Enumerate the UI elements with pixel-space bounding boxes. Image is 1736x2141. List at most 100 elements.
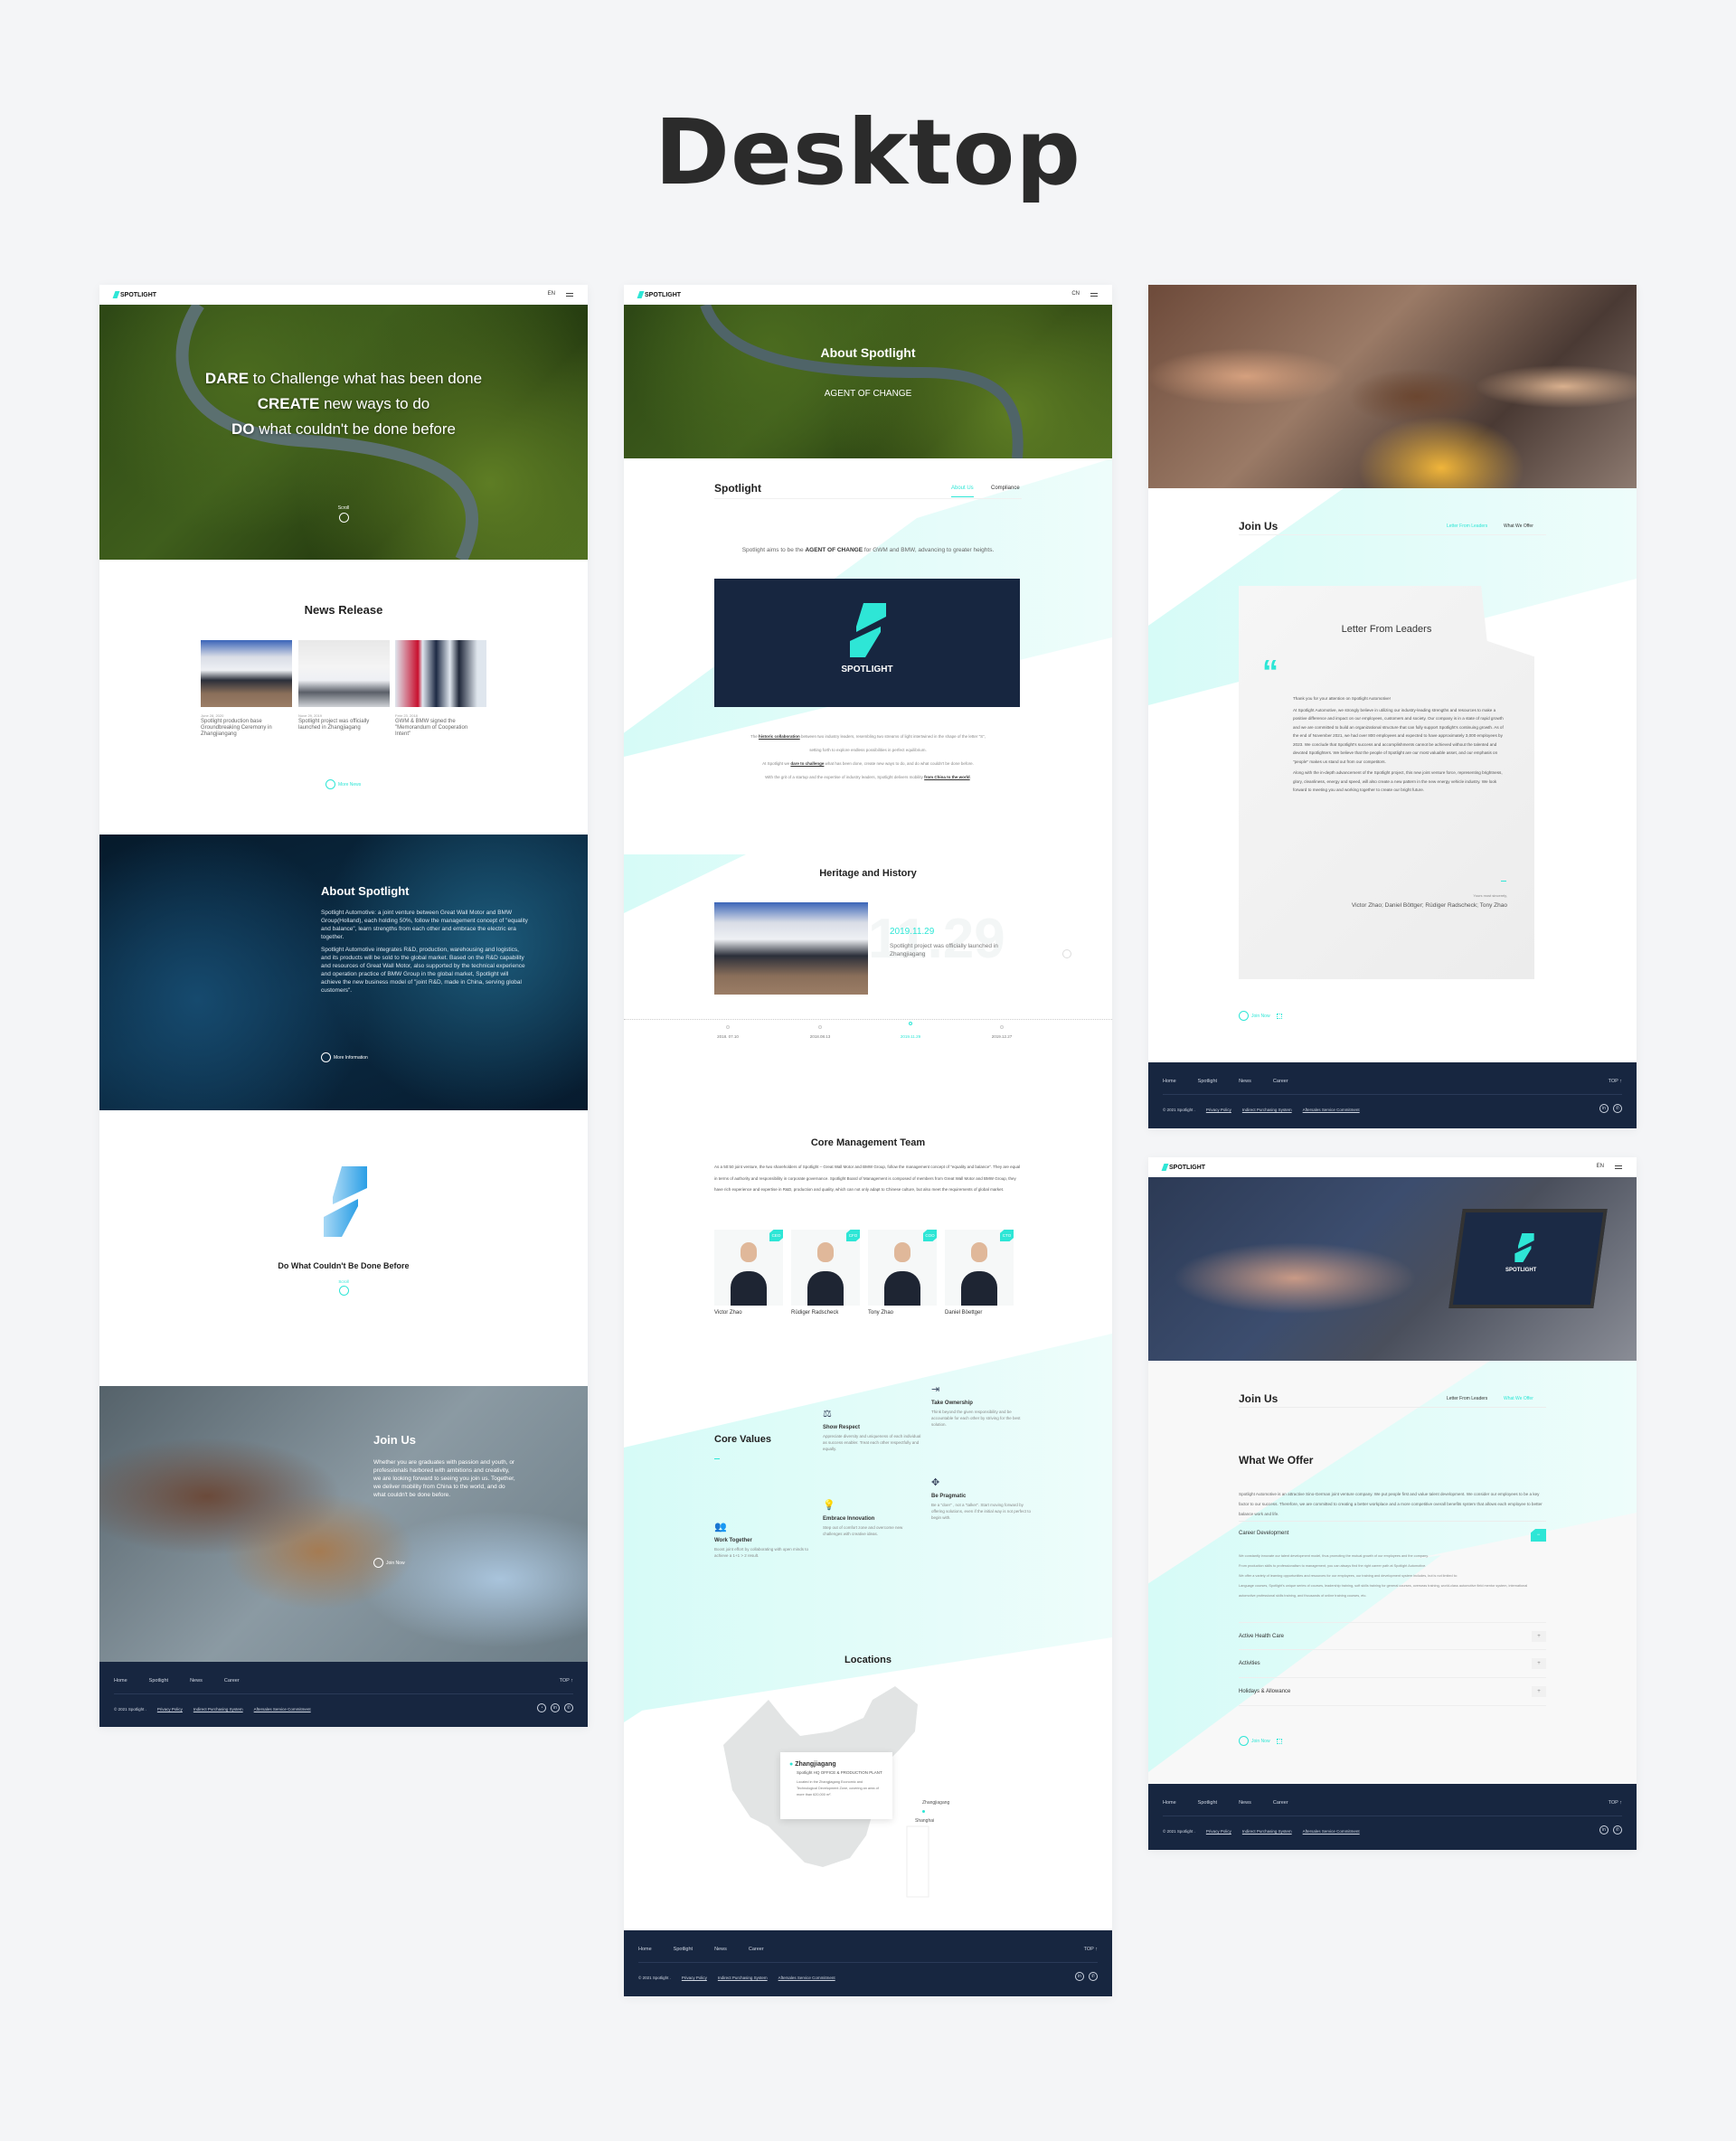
phone-icon[interactable]: ✆	[564, 1703, 573, 1712]
map-pin-icon[interactable]	[922, 1810, 925, 1813]
footer-legal-link[interactable]: Privacy Policy	[1206, 1829, 1231, 1834]
back-to-top-button[interactable]: TOP ↑	[1084, 1947, 1098, 1952]
footer-link-home[interactable]: Home	[1163, 1079, 1176, 1084]
language-switch[interactable]: EN	[1597, 1164, 1604, 1169]
tab-about-us[interactable]: About Us	[951, 486, 974, 497]
timeline-dot[interactable]	[1000, 1025, 1004, 1029]
footer-link-career[interactable]: Career	[749, 1947, 764, 1952]
news-headline[interactable]: Spotlight project was officially launche…	[298, 719, 380, 731]
footer-link-news[interactable]: News	[1239, 1079, 1251, 1084]
phone-icon[interactable]: ✆	[1613, 1104, 1622, 1113]
news-image	[298, 640, 390, 707]
scroll-indicator[interactable]: Scroll	[326, 1279, 362, 1297]
news-headline[interactable]: Spotlight production base Groundbreaking…	[201, 719, 282, 738]
map-label-shanghai[interactable]: Shanghai	[915, 1818, 934, 1824]
footer-link-spotlight[interactable]: Spotlight	[1198, 1800, 1217, 1806]
language-switch[interactable]: CN	[1071, 291, 1080, 297]
footer-link-spotlight[interactable]: Spotlight	[674, 1947, 693, 1952]
news-headline[interactable]: GWM & BMW signed the "Memorandum of Coop…	[395, 719, 476, 738]
core-value-item: 👥 Work Together Boost joint effort by coll…	[714, 1521, 814, 1559]
logo[interactable]: SPOTLIGHT	[637, 291, 681, 298]
timeline-date[interactable]: 2018. 07.10	[710, 1034, 746, 1039]
timeline-dot[interactable]	[818, 1025, 822, 1029]
timeline-date[interactable]: 2018.08.13	[802, 1034, 838, 1039]
tab-compliance[interactable]: Compliance	[991, 486, 1020, 491]
phone-icon[interactable]: ✆	[1613, 1825, 1622, 1834]
linkedin-icon[interactable]: in	[551, 1703, 560, 1712]
footer-legal-link[interactable]: Aftersales Service Commitment	[254, 1707, 311, 1712]
hero-banner: DARE to Challenge what has been done CRE…	[99, 305, 588, 560]
expand-plus-icon[interactable]: +	[1532, 1658, 1546, 1669]
expand-plus-icon[interactable]: +	[1532, 1686, 1546, 1697]
language-switch[interactable]: EN	[548, 291, 555, 297]
footer-link-home[interactable]: Home	[114, 1678, 127, 1684]
footer-nav: Home Spotlight News Career	[114, 1678, 240, 1684]
team-member-photo[interactable]: CEO	[714, 1230, 783, 1306]
letter-closing: Yours most sincerely,	[1473, 893, 1507, 898]
tab-what-we-offer[interactable]: What We Offer	[1504, 523, 1533, 529]
timeline-date[interactable]: 2019.12.27	[984, 1034, 1020, 1039]
footer-legal-link[interactable]: Privacy Policy	[682, 1976, 707, 1980]
footer-link-spotlight[interactable]: Spotlight	[1198, 1079, 1217, 1084]
footer-link-home[interactable]: Home	[1163, 1800, 1176, 1806]
footer-link-spotlight[interactable]: Spotlight	[149, 1678, 168, 1684]
join-now-button[interactable]: Join Now	[1239, 1011, 1282, 1021]
logo[interactable]: SPOTLIGHT	[1161, 1164, 1205, 1171]
footer-legal-link[interactable]: Privacy Policy	[1206, 1108, 1231, 1112]
footer-link-news[interactable]: News	[1239, 1800, 1251, 1806]
linkedin-icon[interactable]: in	[1075, 1972, 1084, 1981]
timeline-date[interactable]: 2019.11.29	[892, 1034, 929, 1039]
accordion-activities[interactable]: Activities +	[1239, 1650, 1546, 1678]
menu-icon[interactable]	[1615, 1165, 1622, 1169]
footer-legal-link[interactable]: Privacy Policy	[157, 1707, 183, 1712]
timeline-dot[interactable]	[909, 1022, 912, 1025]
collapse-icon[interactable]: −	[1531, 1529, 1546, 1542]
footer-legal-link[interactable]: Aftersales Service Commitment	[1303, 1829, 1360, 1834]
accordion-active-health-care[interactable]: Active Health Care +	[1239, 1622, 1546, 1650]
accordion-career-development[interactable]: Career Development − We constantly innov…	[1239, 1522, 1546, 1621]
menu-icon[interactable]	[566, 293, 573, 297]
footer-legal-link[interactable]: Indirect Purchasing System	[193, 1707, 243, 1712]
next-arrow-icon[interactable]	[1062, 949, 1071, 958]
footer-legal-link[interactable]: Aftersales Service Commitment	[1303, 1108, 1360, 1112]
scroll-indicator[interactable]: Scroll	[326, 505, 362, 524]
footer-link-home[interactable]: Home	[638, 1947, 652, 1952]
join-now-button[interactable]: Join Now	[373, 1558, 405, 1568]
team-member-photo[interactable]: CTO	[945, 1230, 1014, 1306]
more-news-button[interactable]: More News	[326, 779, 361, 789]
team-member-photo[interactable]: COO	[868, 1230, 937, 1306]
footer-legal-link[interactable]: Aftersales Service Commitment	[778, 1976, 835, 1980]
footer-link-news[interactable]: News	[714, 1947, 727, 1952]
back-to-top-button[interactable]: TOP ↑	[560, 1678, 573, 1684]
core-value-title: Work Together	[714, 1538, 752, 1543]
core-value-title: Embrace Innovation	[823, 1516, 875, 1522]
map-label-zhangjiagang[interactable]: Zhangjiagang	[922, 1800, 949, 1806]
join-now-button[interactable]: Join Now	[1239, 1736, 1282, 1746]
timeline-dot[interactable]	[726, 1025, 730, 1029]
tab-letter-from-leaders[interactable]: Letter From Leaders	[1447, 1396, 1487, 1401]
about-line: With the grit of a startup and the exper…	[765, 775, 971, 779]
qr-code-icon[interactable]	[1276, 1738, 1282, 1744]
back-to-top-button[interactable]: TOP ↑	[1609, 1079, 1622, 1084]
linkedin-icon[interactable]: in	[1599, 1825, 1609, 1834]
footer-link-career[interactable]: Career	[1273, 1079, 1288, 1084]
menu-icon[interactable]	[1090, 293, 1098, 297]
footer-legal-link[interactable]: Indirect Purchasing System	[1242, 1829, 1292, 1834]
logo[interactable]: SPOTLIGHT	[112, 291, 156, 298]
footer-legal-link[interactable]: Indirect Purchasing System	[718, 1976, 768, 1980]
team-member-photo[interactable]: CFO	[791, 1230, 860, 1306]
footer-legal-link[interactable]: Indirect Purchasing System	[1242, 1108, 1292, 1112]
expand-plus-icon[interactable]: +	[1532, 1630, 1546, 1642]
offer-heading: What We Offer	[1239, 1454, 1314, 1467]
more-information-button[interactable]: More Information	[321, 1052, 368, 1062]
back-to-top-button[interactable]: TOP ↑	[1609, 1800, 1622, 1806]
footer-link-news[interactable]: News	[190, 1678, 203, 1684]
linkedin-icon[interactable]: in	[1599, 1104, 1609, 1113]
wechat-icon[interactable]: ◔	[537, 1703, 546, 1712]
accordion-holidays-allowance[interactable]: Holidays & Allowance +	[1239, 1678, 1546, 1706]
footer-link-career[interactable]: Career	[224, 1678, 240, 1684]
footer-link-career[interactable]: Career	[1273, 1800, 1288, 1806]
phone-icon[interactable]: ✆	[1089, 1972, 1098, 1981]
tagline-text: for GWM and BMW, advancing to greater he…	[863, 547, 995, 553]
qr-code-icon[interactable]	[1276, 1013, 1282, 1019]
